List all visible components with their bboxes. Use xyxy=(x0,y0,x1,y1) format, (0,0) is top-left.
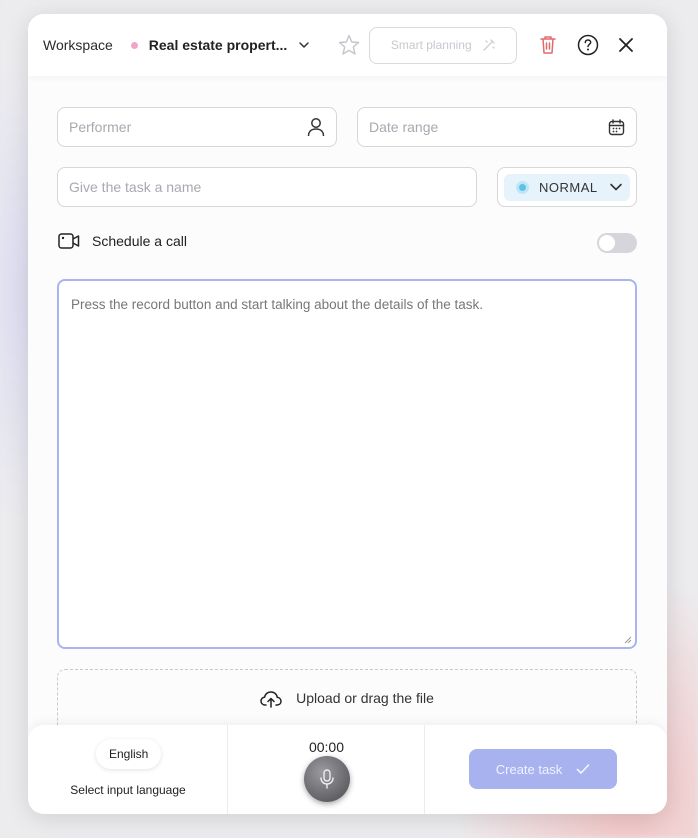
task-description-textarea[interactable]: Press the record button and start talkin… xyxy=(57,279,637,649)
modal-header: Workspace Real estate propert... Smart p… xyxy=(28,14,667,76)
workspace-color-dot xyxy=(130,41,138,49)
trash-icon[interactable] xyxy=(538,34,558,56)
priority-dot xyxy=(516,180,529,194)
recorder-section: 00:00 xyxy=(228,725,425,814)
language-selector[interactable]: English xyxy=(96,739,162,769)
video-camera-icon xyxy=(58,233,80,249)
create-task-label: Create task xyxy=(495,761,563,777)
check-icon xyxy=(576,764,590,774)
language-caption: Select input language xyxy=(70,783,186,797)
priority-pill: NORMAL xyxy=(504,173,630,201)
modal-footer: English Select input language 00:00 Crea… xyxy=(28,725,667,814)
workspace-selector[interactable]: Real estate propert... xyxy=(149,37,288,53)
date-range-placeholder: Date range xyxy=(369,119,439,135)
record-button[interactable] xyxy=(304,756,350,802)
schedule-call-toggle[interactable] xyxy=(597,233,637,253)
help-icon[interactable] xyxy=(577,34,599,56)
language-section: English Select input language xyxy=(28,725,228,814)
person-icon xyxy=(307,118,325,137)
task-name-field[interactable]: Give the task a name xyxy=(57,167,477,207)
date-range-field[interactable]: Date range xyxy=(357,107,637,147)
description-placeholder: Press the record button and start talkin… xyxy=(71,297,483,312)
create-section: Create task xyxy=(425,725,667,814)
toggle-knob xyxy=(599,235,615,251)
performer-field[interactable]: Performer xyxy=(57,107,337,147)
priority-select[interactable]: NORMAL xyxy=(497,167,637,207)
cloud-upload-icon xyxy=(260,691,282,708)
schedule-call-label: Schedule a call xyxy=(92,233,187,249)
smart-planning-label: Smart planning xyxy=(390,38,472,52)
create-task-button[interactable]: Create task xyxy=(469,749,617,789)
smart-planning-button[interactable]: Smart planning xyxy=(369,26,518,64)
calendar-icon xyxy=(608,118,625,135)
wand-icon xyxy=(482,39,495,51)
microphone-icon xyxy=(320,769,334,789)
record-timer: 00:00 xyxy=(308,739,345,755)
workspace-label: Workspace xyxy=(43,37,113,53)
priority-value: NORMAL xyxy=(539,179,598,195)
upload-label: Upload or drag the file xyxy=(296,690,434,706)
task-name-placeholder: Give the task a name xyxy=(69,179,202,195)
chevron-down-icon xyxy=(610,183,622,191)
star-icon[interactable] xyxy=(337,33,361,57)
resize-handle-icon[interactable] xyxy=(624,636,632,644)
create-task-modal: Workspace Real estate propert... Smart p… xyxy=(28,14,667,814)
chevron-down-icon[interactable] xyxy=(297,38,311,52)
schedule-call-row: Schedule a call xyxy=(58,232,187,250)
close-icon[interactable] xyxy=(617,36,635,54)
performer-placeholder: Performer xyxy=(69,119,132,135)
